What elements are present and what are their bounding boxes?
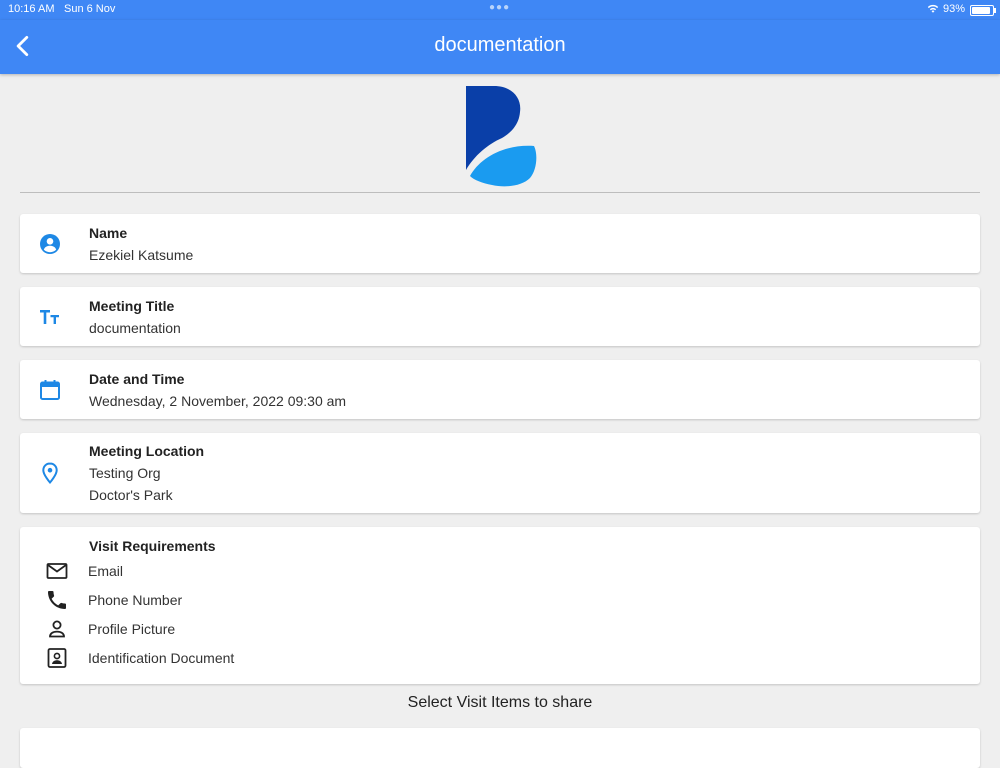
phone-icon <box>48 591 66 609</box>
share-items-card[interactable] <box>20 728 980 768</box>
status-time: 10:16 AM <box>8 3 55 15</box>
wifi-icon <box>927 4 939 13</box>
location-line-1: Testing Org <box>89 465 161 481</box>
date-time-label: Date and Time <box>89 371 185 387</box>
share-section-heading: Select Visit Items to share <box>407 694 593 711</box>
account-circle-icon <box>40 234 60 254</box>
text-size-icon <box>40 310 59 324</box>
calendar-icon <box>40 380 60 400</box>
location-label: Meeting Location <box>89 443 205 459</box>
requirement-phone-text: Phone Number <box>88 592 183 608</box>
app-bar: documentation <box>0 20 1000 74</box>
requirement-email-text: Email <box>88 563 124 579</box>
brand-logo <box>466 86 537 187</box>
mail-icon <box>46 563 68 579</box>
requirement-identification-text: Identification Document <box>88 650 235 666</box>
date-time-value: Wednesday, 2 November, 2022 09:30 am <box>89 393 347 409</box>
requirement-phone: Phone Number <box>20 588 980 612</box>
requirement-profile-picture: Profile Picture <box>20 617 980 641</box>
meeting-title-value: documentation <box>89 320 181 336</box>
battery-icon <box>970 5 996 16</box>
visit-requirements-card: Visit Requirements Email Phone Number Pr… <box>20 527 980 684</box>
name-value: Ezekiel Katsume <box>89 247 194 263</box>
name-label: Name <box>89 225 128 241</box>
multitasking-dots-icon[interactable]: ●●● <box>489 2 510 13</box>
battery-percentage: 93% <box>943 3 966 15</box>
meeting-title-label: Meeting Title <box>89 298 175 314</box>
person-icon <box>49 620 65 638</box>
status-date: Sun 6 Nov <box>64 3 116 15</box>
meeting-title-card: Meeting Title documentation <box>20 287 980 346</box>
location-card: Meeting Location Testing Org Doctor's Pa… <box>20 433 980 513</box>
date-time-card: Date and Time Wednesday, 2 November, 202… <box>20 360 980 419</box>
location-line-2: Doctor's Park <box>89 487 173 503</box>
visit-requirements-label: Visit Requirements <box>89 538 216 554</box>
status-bar: 10:16 AM Sun 6 Nov ●●● 93% <box>0 0 1000 20</box>
requirement-email: Email <box>20 559 980 583</box>
requirement-profile-picture-text: Profile Picture <box>88 621 176 637</box>
requirement-identification: Identification Document <box>20 646 980 670</box>
name-card: Name Ezekiel Katsume <box>20 214 980 273</box>
id-card-icon <box>47 648 67 668</box>
location-pin-icon <box>42 462 58 485</box>
divider <box>20 192 980 193</box>
page-title: documentation <box>434 34 566 56</box>
